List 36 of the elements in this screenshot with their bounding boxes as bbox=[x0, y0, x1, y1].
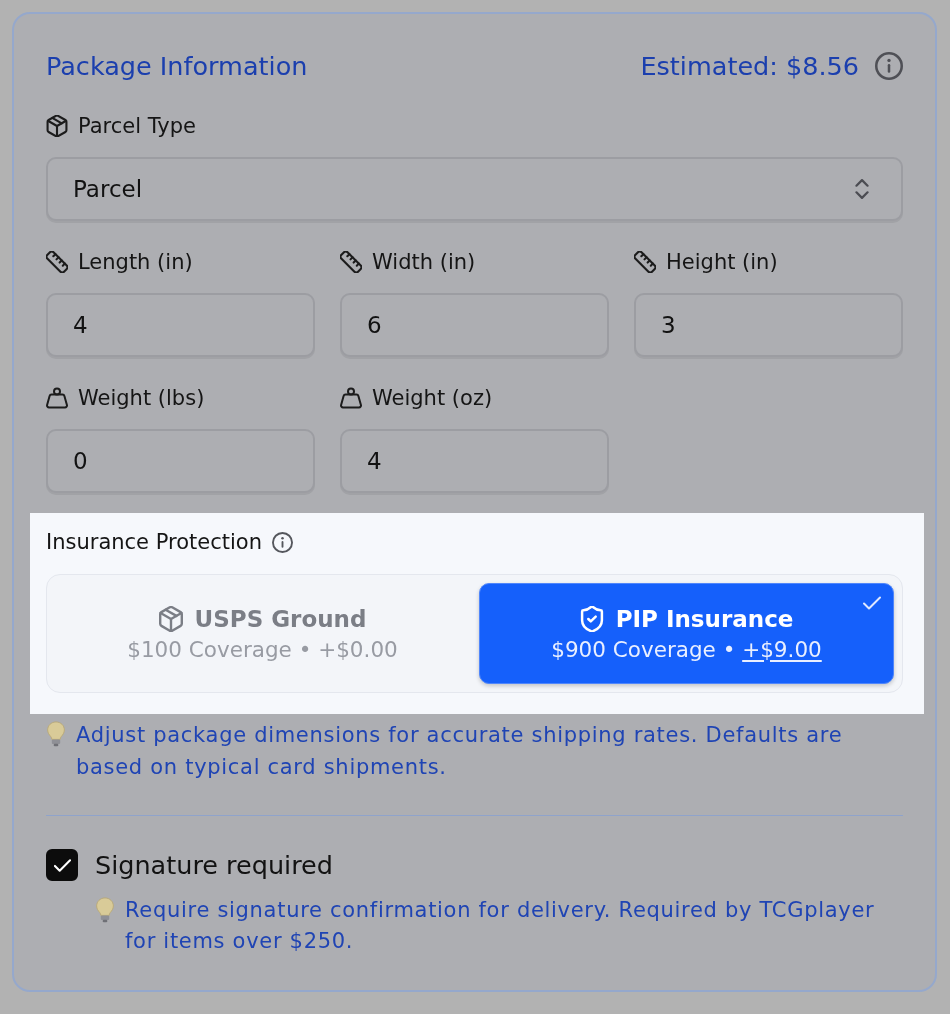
package-icon bbox=[158, 605, 183, 632]
field-label: Weight (lbs) bbox=[78, 386, 205, 410]
estimated-price: Estimated: $8.56 bbox=[640, 51, 859, 81]
input-field[interactable]: 4 bbox=[340, 429, 609, 493]
insurance-option[interactable]: PIP Insurance $900 Coverage • +$9.00 bbox=[479, 583, 894, 684]
lightbulb-icon bbox=[46, 721, 66, 747]
field-label: Length (in) bbox=[78, 250, 193, 274]
hint-text: Adjust package dimensions for accurate shipping rates. Defaults are based on typical card shipments. bbox=[76, 722, 844, 781]
checkbox-label: Signature required bbox=[95, 850, 333, 880]
lightbulb-icon bbox=[95, 897, 115, 923]
section-title: Package Information bbox=[46, 51, 308, 81]
input-field[interactable]: 4 bbox=[46, 293, 315, 357]
field-label: Weight (oz) bbox=[372, 386, 493, 410]
field-label: Width (in) bbox=[372, 250, 476, 274]
select-field[interactable]: Parcel bbox=[46, 157, 903, 221]
ruler-icon bbox=[634, 251, 656, 273]
ruler-icon bbox=[46, 251, 68, 273]
shield-check-icon bbox=[579, 605, 604, 632]
insurance-option[interactable]: USPS Ground $100 Coverage • +$0.00 bbox=[55, 583, 470, 684]
input-field[interactable]: 3 bbox=[634, 293, 903, 357]
info-icon[interactable] bbox=[875, 52, 903, 80]
field-label: Parcel Type bbox=[78, 114, 196, 138]
info-icon[interactable] bbox=[271, 531, 293, 553]
field-label: Height (in) bbox=[666, 250, 778, 274]
chevron-up-down-icon bbox=[855, 179, 869, 199]
hint-text: Require signature confirmation for delivery. Required by TCGplayer for items over $250. bbox=[125, 897, 876, 955]
weight-icon bbox=[340, 387, 362, 409]
signature-checkbox[interactable] bbox=[46, 849, 78, 881]
weight-icon bbox=[46, 387, 68, 409]
insurance-label: Insurance Protection bbox=[46, 530, 262, 554]
check-icon bbox=[53, 858, 71, 872]
input-field[interactable]: 6 bbox=[340, 293, 609, 357]
package-icon bbox=[46, 115, 68, 137]
check-icon bbox=[863, 596, 881, 610]
ruler-icon bbox=[340, 251, 362, 273]
input-field[interactable]: 0 bbox=[46, 429, 315, 493]
